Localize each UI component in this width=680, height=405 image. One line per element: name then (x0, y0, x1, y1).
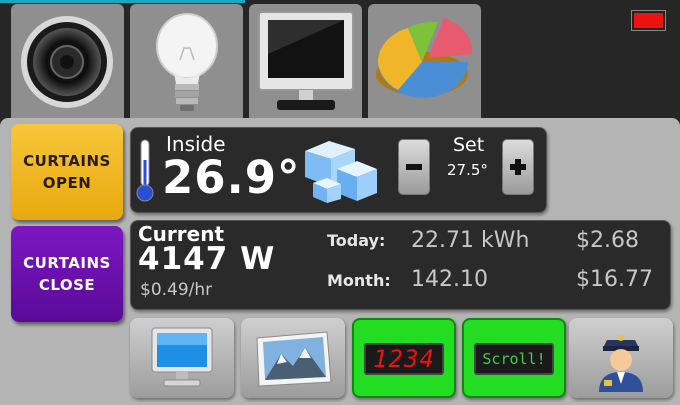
decrease-setpoint-button[interactable] (398, 139, 430, 195)
today-energy: 22.71 kWh (411, 228, 530, 253)
current-power: 4147 W (138, 241, 276, 277)
curtains-close-button[interactable]: CURTAINS CLOSE (11, 226, 123, 322)
desktop-monitor-icon (151, 327, 213, 387)
current-rate: $0.49/hr (140, 280, 213, 300)
set-temperature: 27.5° (447, 161, 488, 179)
clock-display-button[interactable]: 1234 (352, 318, 456, 398)
tab-display[interactable] (249, 4, 362, 119)
month-label: Month: (327, 271, 391, 290)
inside-temperature: 26.9° (162, 151, 301, 204)
plus-icon (510, 159, 526, 175)
message-display: Scroll! (474, 343, 554, 375)
curtains-open-label: CURTAINS OPEN (23, 152, 111, 192)
photos-button[interactable] (241, 318, 345, 398)
pie-chart-icon (376, 18, 473, 98)
curtains-open-button[interactable]: CURTAINS OPEN (11, 124, 123, 220)
minus-icon (406, 164, 422, 170)
tab-statistics[interactable] (368, 4, 481, 119)
curtains-close-label: CURTAINS CLOSE (23, 254, 111, 294)
monitor-icon (258, 11, 354, 110)
landscape-photo-icon (256, 331, 332, 387)
message-display-button[interactable]: Scroll! (462, 318, 566, 398)
tab-audio[interactable] (11, 4, 124, 119)
today-cost: $2.68 (576, 228, 639, 253)
increase-setpoint-button[interactable] (502, 139, 534, 195)
speaker-icon (21, 16, 113, 108)
today-label: Today: (327, 231, 386, 250)
month-cost: $16.77 (576, 267, 653, 292)
security-guard-icon (599, 335, 643, 392)
thermometer-icon (136, 139, 154, 202)
screen-button[interactable] (130, 318, 234, 398)
tab-lighting[interactable] (130, 4, 243, 119)
close-button[interactable] (632, 11, 665, 30)
set-label: Set (453, 134, 485, 156)
clock-display: 1234 (364, 343, 444, 375)
lightbulb-icon (156, 13, 218, 111)
ice-cubes-icon (305, 141, 377, 203)
month-energy: 142.10 (411, 267, 488, 292)
climate-panel: Inside 26.9° Set 27.5° (130, 127, 547, 213)
security-button[interactable] (569, 318, 673, 398)
energy-panel: Current 4147 W $0.49/hr Today: 22.71 kWh… (130, 220, 671, 310)
top-accent-line (0, 0, 245, 3)
